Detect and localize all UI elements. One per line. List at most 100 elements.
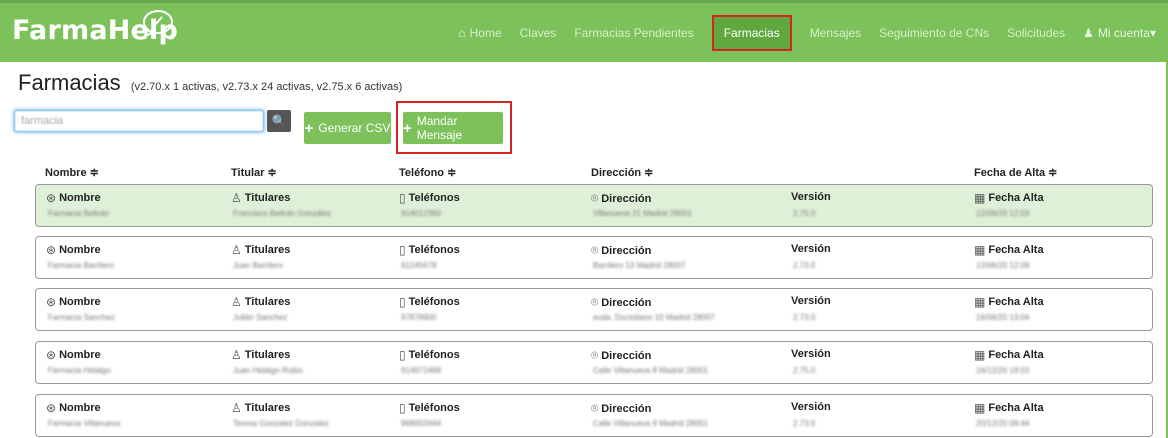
field-label-direccion: ⌾ Dirección	[591, 191, 652, 205]
field-label-direccion: ⌾ Dirección	[591, 295, 652, 309]
field-value-titular: Francisco Beltrán González	[233, 209, 332, 218]
field-label-nombre: ⊛ Nombre	[46, 348, 101, 362]
location-pin-icon: ⌾	[591, 191, 599, 205]
user-icon: ♙	[231, 348, 242, 362]
field-value-fecha: 12/06/20 12:03	[976, 209, 1030, 218]
field-label-telefono: ▯ Teléfonos	[399, 295, 460, 309]
col-telefono[interactable]: Teléfono ≑	[399, 166, 456, 179]
phone-icon: ▯	[399, 243, 406, 257]
page-subtitle: (v2.70.x 1 activas, v2.73.x 24 activas, …	[130, 81, 403, 93]
field-value-titular: Juan Hidalgo Rubio	[233, 366, 303, 375]
generar-csv-button[interactable]: + Generar CSV	[304, 112, 391, 144]
navbar: FarmaHelp ⌂ Home Claves Farmacias Pendien…	[0, 0, 1168, 62]
field-value-telefono: 968003444	[401, 419, 442, 428]
field-label-titular: ♙ Titulares	[231, 191, 291, 205]
location-pin-icon: ⌾	[591, 348, 599, 362]
user-icon: ♙	[231, 191, 242, 205]
nav-solicitudes[interactable]: Solicitudes	[1007, 26, 1065, 40]
field-label-telefono: ▯ Teléfonos	[399, 401, 460, 415]
field-label-fecha: ▦ Fecha Alta	[974, 191, 1044, 205]
caret-down-icon: ▾	[1149, 25, 1156, 40]
phone-icon: ▯	[399, 191, 406, 205]
field-value-fecha: 12/06/20 12:09	[976, 261, 1030, 270]
field-label-direccion: ⌾ Dirección	[591, 401, 652, 415]
list-item[interactable]: ⊛ Nombre Farmacia Barrilero ♙ Titulares Juan …	[35, 236, 1153, 279]
field-value-direccion: Calle Villanueva 9 Madrid 28001	[593, 419, 709, 428]
col-titular[interactable]: Titular ≑	[231, 166, 277, 179]
nav-pendientes[interactable]: Farmacias Pendientes	[574, 26, 693, 40]
badge-icon: ⊛	[46, 295, 57, 309]
field-value-fecha: 16/06/20 13:04	[976, 313, 1030, 322]
phone-icon: ▯	[399, 348, 406, 362]
search-input[interactable]: farmacia	[14, 110, 264, 132]
plus-icon: +	[403, 119, 412, 137]
field-label-titular: ♙ Titulares	[231, 401, 291, 415]
field-label-fecha: ▦ Fecha Alta	[974, 243, 1044, 257]
field-value-nombre: Farmacia Sanchez	[48, 313, 115, 322]
search-button[interactable]: 🔍	[267, 110, 291, 132]
field-label-nombre: ⊛ Nombre	[46, 295, 101, 309]
phone-icon: ▯	[399, 295, 406, 309]
field-value-version: 2.73.0	[793, 313, 816, 322]
field-label-version: Versión	[791, 401, 831, 413]
chat-bubble-icon	[141, 10, 173, 39]
calendar-icon: ▦	[974, 191, 986, 205]
field-label-telefono: ▯ Teléfonos	[399, 348, 460, 362]
field-value-telefono: 97878900	[401, 313, 437, 322]
field-value-version: 2.73.0	[793, 261, 816, 270]
field-value-titular: Juan Barrilero	[233, 261, 283, 270]
field-value-nombre: Farmacia Villanueva	[48, 419, 121, 428]
badge-icon: ⊛	[46, 401, 57, 415]
field-value-telefono: 914672498	[401, 366, 442, 375]
field-label-telefono: ▯ Teléfonos	[399, 243, 460, 257]
nav-cuenta[interactable]: ♟ Mi cuenta▾	[1083, 26, 1156, 40]
field-label-version: Versión	[791, 348, 831, 360]
field-label-titular: ♙ Titulares	[231, 295, 291, 309]
field-value-titular: Teresa Gonzalez Gonzalez	[233, 419, 330, 428]
list-item[interactable]: ⊛ Nombre Farmacia Villanueva ♙ Titulares Tere…	[35, 394, 1153, 437]
phone-icon: ▯	[399, 401, 406, 415]
list-item[interactable]: ⊛ Nombre Farmacia Sanchez ♙ Titulares Julián …	[35, 288, 1153, 331]
nav-mensajes[interactable]: Mensajes	[810, 26, 861, 40]
nav-claves[interactable]: Claves	[520, 26, 557, 40]
field-label-version: Versión	[791, 295, 831, 307]
list-item[interactable]: ⊛ Nombre Farmacia Hidalgo ♙ Titulares Juan Hi…	[35, 341, 1153, 384]
calendar-icon: ▦	[974, 401, 986, 415]
field-label-nombre: ⊛ Nombre	[46, 191, 101, 205]
location-pin-icon: ⌾	[591, 243, 599, 257]
field-label-direccion: ⌾ Dirección	[591, 243, 652, 257]
user-icon: ♙	[231, 295, 242, 309]
page-title: Farmacias (v2.70.x 1 activas, v2.73.x 24…	[18, 70, 403, 95]
logo[interactable]: FarmaHelp	[12, 10, 178, 46]
nav-seguimiento[interactable]: Seguimiento de CNs	[879, 26, 989, 40]
field-label-nombre: ⊛ Nombre	[46, 243, 101, 257]
search-icon: 🔍	[271, 114, 287, 128]
field-label-telefono: ▯ Teléfonos	[399, 191, 460, 205]
location-pin-icon: ⌾	[591, 295, 599, 309]
field-label-titular: ♙ Titulares	[231, 348, 291, 362]
col-fecha[interactable]: Fecha de Alta ≑	[974, 166, 1057, 179]
badge-icon: ⊛	[46, 348, 57, 362]
user-icon: ♟	[1083, 25, 1094, 40]
list-item[interactable]: ⊛ Nombre Farmacia Beltrán ♙ Titulares Francis…	[35, 184, 1153, 227]
calendar-icon: ▦	[974, 243, 986, 257]
main-nav: ⌂ Home Claves Farmacias Pendientes Farmac…	[449, 3, 1168, 62]
col-nombre[interactable]: Nombre ≑	[45, 166, 99, 179]
field-label-fecha: ▦ Fecha Alta	[974, 295, 1044, 309]
field-label-fecha: ▦ Fecha Alta	[974, 348, 1044, 362]
home-icon: ⌂	[458, 25, 466, 40]
field-value-direccion: Calle Villanueva 8 Madrid 28001	[593, 366, 709, 375]
field-value-telefono: 91245678	[401, 261, 437, 270]
user-icon: ♙	[231, 243, 242, 257]
nav-farmacias[interactable]: Farmacias	[711, 14, 792, 51]
mandar-mensaje-button[interactable]: + Mandar Mensaje	[403, 112, 503, 144]
calendar-icon: ▦	[974, 295, 986, 309]
col-direccion[interactable]: Dirección ≑	[591, 166, 653, 179]
user-icon: ♙	[231, 401, 242, 415]
field-label-version: Versión	[791, 243, 831, 255]
nav-home[interactable]: ⌂ Home	[458, 26, 501, 40]
field-value-telefono: 914012360	[401, 209, 442, 218]
location-pin-icon: ⌾	[591, 401, 599, 415]
field-value-nombre: Farmacia Hidalgo	[48, 366, 111, 375]
field-value-nombre: Farmacia Beltrán	[48, 209, 109, 218]
